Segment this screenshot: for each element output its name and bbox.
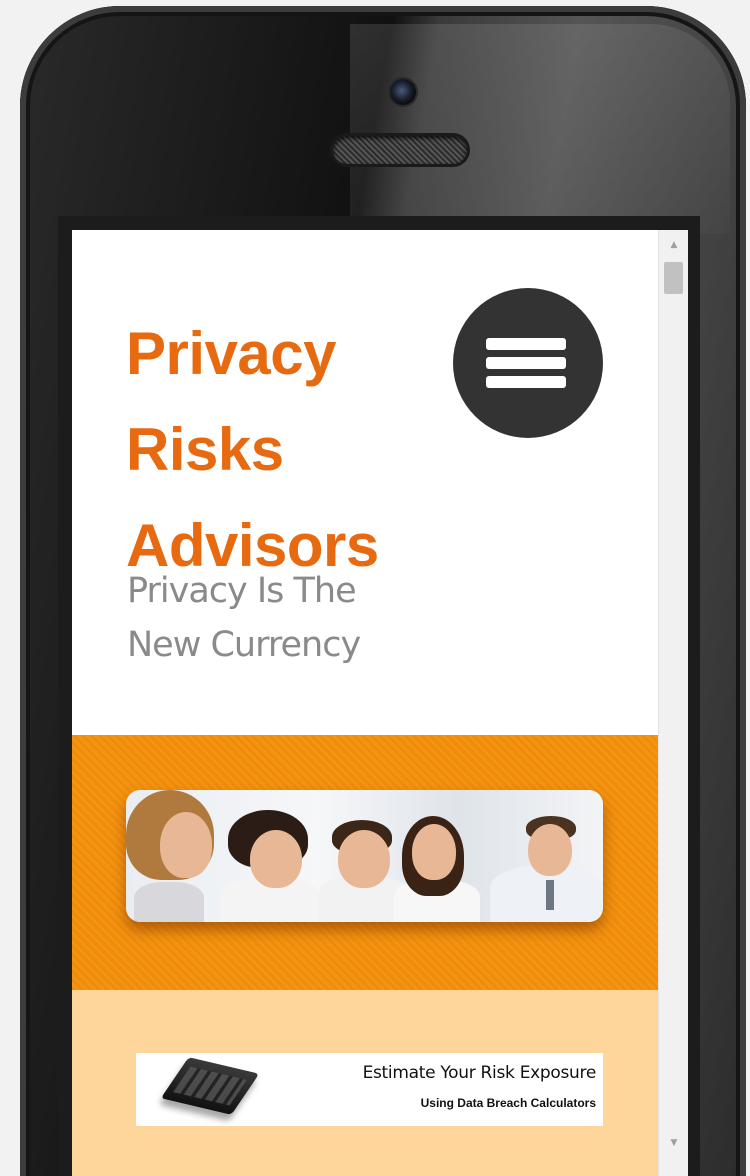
person-figure (126, 790, 216, 922)
scroll-down-arrow-icon[interactable]: ▼ (659, 1130, 688, 1156)
calculator-banner-link[interactable]: Estimate Your Risk Exposure Using Data B… (136, 1053, 603, 1126)
menu-bar (486, 357, 566, 369)
web-page: Privacy Risks Advisors Privacy Is The Ne… (72, 230, 658, 1176)
phone-screen: Privacy Risks Advisors Privacy Is The Ne… (72, 230, 688, 1176)
content-section: Estimate Your Risk Exposure Using Data B… (72, 990, 658, 1176)
calculator-banner-subtitle: Using Data Breach Calculators (420, 1096, 596, 1110)
person-figure (484, 790, 602, 922)
tagline-line: Privacy Is The (127, 571, 357, 611)
earpiece-speaker (333, 136, 467, 164)
site-title-line: Privacy (126, 320, 337, 387)
site-title-line: Risks (126, 416, 284, 483)
site-tagline: Privacy Is The New Currency (127, 564, 427, 672)
scroll-up-arrow-icon[interactable]: ▲ (659, 232, 688, 258)
front-camera-icon (390, 79, 416, 105)
scrollbar-thumb[interactable] (664, 262, 683, 294)
person-figure (208, 790, 328, 922)
phone-glare (350, 24, 730, 234)
vertical-scrollbar[interactable]: ▲ ▼ (658, 230, 688, 1176)
tagline-line: New Currency (127, 625, 361, 665)
person-figure (388, 790, 488, 922)
site-title[interactable]: Privacy Risks Advisors (126, 306, 446, 594)
hero-banner (72, 735, 658, 990)
menu-bar (486, 376, 566, 388)
menu-bar (486, 338, 566, 350)
business-team-photo (126, 790, 603, 922)
calculator-banner-title: Estimate Your Risk Exposure (362, 1063, 597, 1083)
calculator-icon (160, 1057, 260, 1115)
hamburger-menu-button[interactable] (453, 288, 603, 438)
